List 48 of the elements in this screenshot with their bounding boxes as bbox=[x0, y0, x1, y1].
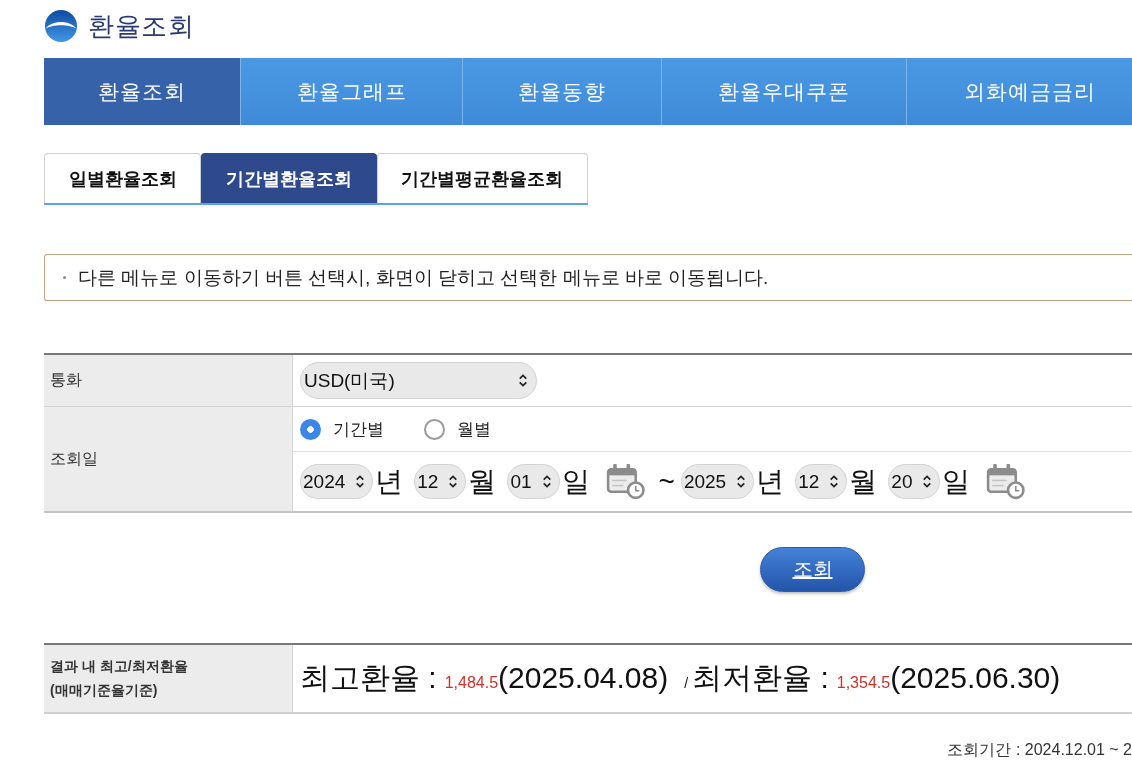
chevron-icon bbox=[355, 474, 366, 489]
date-select[interactable]: 12 bbox=[414, 464, 467, 499]
date-unit: 월 bbox=[849, 464, 878, 499]
chevron-icon bbox=[448, 474, 459, 489]
radio-label[interactable]: 기간별 bbox=[333, 417, 384, 441]
rate-value: 1,354.5 bbox=[836, 674, 891, 691]
period-text: 조회기간 : 2024.12.01 ~ 2 bbox=[947, 740, 1132, 760]
notice-text: 다른 메뉴로 이동하기 버튼 선택시, 화면이 닫히고 선택한 메뉴로 바로 이동됩니다. bbox=[78, 265, 769, 290]
nav-tab[interactable]: 환율조회 bbox=[44, 58, 241, 125]
result-label: 결과 내 최고/최저환율 bbox=[50, 657, 188, 676]
sub-tab[interactable]: 기간별평균환율조회 bbox=[376, 153, 588, 203]
sub-tab[interactable]: 기간별환율조회 bbox=[201, 153, 377, 203]
date-unit: 일 bbox=[561, 464, 590, 499]
chevron-icon bbox=[736, 474, 747, 489]
date-unit: 년 bbox=[375, 464, 404, 499]
logo-icon bbox=[44, 9, 78, 43]
chevron-icon bbox=[541, 474, 552, 489]
chevron-icon bbox=[518, 373, 528, 388]
rate-label: 최고환율 : bbox=[300, 660, 437, 696]
chevron-icon bbox=[829, 474, 840, 489]
row-label: 조회일 bbox=[44, 407, 293, 511]
chevron-icon bbox=[922, 474, 933, 489]
result-separator: / bbox=[684, 675, 689, 691]
bullet-icon bbox=[63, 276, 66, 279]
date-unit: 일 bbox=[942, 464, 971, 499]
date-select[interactable]: 12 bbox=[795, 464, 848, 499]
sub-tab[interactable]: 일별환율조회 bbox=[44, 153, 202, 203]
search-button[interactable]: 조회 bbox=[760, 547, 865, 592]
date-select[interactable]: 2024 bbox=[300, 464, 374, 499]
currency-select[interactable]: USD(미국) bbox=[300, 362, 537, 399]
rate-date: (2025.04.08) bbox=[498, 661, 669, 695]
radio-button[interactable] bbox=[424, 418, 445, 440]
date-select[interactable]: 20 bbox=[888, 464, 941, 499]
rate-date: (2025.06.30) bbox=[890, 661, 1061, 695]
radio-label[interactable]: 월별 bbox=[457, 417, 491, 441]
row-label: 통화 bbox=[44, 355, 293, 407]
calendar-icon[interactable] bbox=[604, 463, 646, 500]
date-select[interactable]: 2025 bbox=[680, 464, 755, 499]
page-title: 환율조회 bbox=[88, 13, 194, 39]
result-label: (매매기준율기준) bbox=[50, 681, 158, 700]
rate-value: 1,484.5 bbox=[444, 674, 499, 691]
rate-label: 최저환율 : bbox=[692, 660, 829, 696]
radio-button[interactable] bbox=[300, 418, 321, 440]
calendar-icon[interactable] bbox=[985, 463, 1027, 500]
range-separator: ~ bbox=[658, 465, 675, 498]
date-unit: 월 bbox=[468, 464, 497, 499]
date-select[interactable]: 01 bbox=[507, 464, 560, 499]
date-unit: 년 bbox=[756, 464, 785, 499]
